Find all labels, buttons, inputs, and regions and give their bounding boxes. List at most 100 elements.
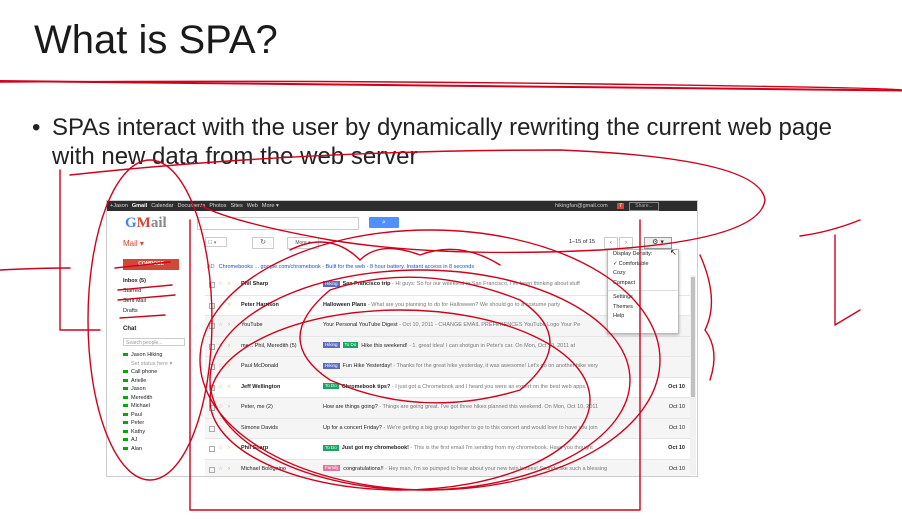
row-checkbox[interactable] (209, 323, 215, 329)
ad-row[interactable]: AD Chromebooks ... google.com/chromebook … (207, 263, 587, 272)
contact-item[interactable]: Michael (123, 402, 203, 411)
menu-item[interactable]: Settings (608, 293, 678, 303)
star-icon[interactable]: ☆ (218, 337, 223, 356)
star-icon[interactable]: ☆ (218, 357, 223, 376)
important-icon[interactable]: › (228, 275, 230, 294)
important-icon[interactable]: › (228, 337, 230, 356)
sidebar-item-folder[interactable]: Inbox (5) (123, 276, 193, 286)
row-checkbox[interactable] (209, 446, 215, 452)
prev-page-button[interactable]: ‹ (604, 237, 618, 249)
email-row[interactable]: ☆ › Jeff Wellington To Do Chromebook tips? -… (205, 377, 690, 398)
star-icon[interactable]: ☆ (218, 316, 223, 335)
email-label[interactable]: Hiking (323, 280, 340, 287)
select-all-checkbox[interactable]: ☐ ▾ (205, 237, 227, 247)
email-row[interactable]: ☆ › me .. Phil, Meredith (5) Hiking To Do Hik… (205, 336, 690, 357)
contact-item[interactable]: Jason (123, 385, 203, 394)
star-icon[interactable]: ☆ (218, 460, 223, 477)
row-checkbox[interactable] (209, 425, 215, 432)
presence-icon (123, 387, 128, 391)
contact-item[interactable]: AJ (123, 436, 203, 445)
refresh-button[interactable]: ↻ (252, 237, 274, 249)
star-icon[interactable]: ☆ (218, 419, 223, 438)
row-checkbox[interactable] (209, 302, 215, 309)
row-checkbox[interactable] (209, 384, 215, 391)
email-label[interactable]: To Do (342, 342, 359, 349)
gmail-top-bar: +Jason Gmail Calendar Documents Photos Sites W… (107, 201, 697, 211)
contact-item[interactable]: Meredith (123, 394, 203, 403)
menu-item-density[interactable]: Comfortable (608, 260, 678, 270)
contact-item[interactable]: Kathy (123, 428, 203, 437)
top-bar-link[interactable]: Calendar (151, 203, 173, 209)
important-icon[interactable]: › (228, 296, 230, 315)
email-row[interactable]: ☆ › Michael Bolognino Family congratulations… (205, 459, 690, 477)
scrollbar-thumb[interactable] (691, 277, 695, 397)
menu-item[interactable]: Themes (608, 303, 678, 313)
email-row[interactable]: ☆ › Simone Davids Up for a concert Friday? … (205, 418, 690, 439)
important-icon[interactable]: › (228, 316, 230, 335)
sidebar-item-folder[interactable]: Sent Mail (123, 296, 193, 306)
email-label[interactable]: To Do (323, 444, 339, 451)
search-input[interactable] (197, 217, 359, 230)
email-label[interactable]: Family (323, 465, 341, 472)
top-bar-link[interactable]: More ▾ (262, 203, 279, 209)
top-bar-link[interactable]: Photos (209, 203, 226, 209)
gear-icon[interactable]: ⚙ ▾ (644, 237, 672, 249)
compose-button[interactable]: COMPOSE (123, 259, 179, 270)
contact-item[interactable]: Alan (123, 445, 203, 454)
scrollbar[interactable] (690, 275, 696, 475)
important-icon[interactable]: › (228, 378, 230, 397)
top-bar-link[interactable]: +Jason (110, 203, 128, 209)
important-icon[interactable]: › (228, 439, 230, 458)
email-message: To Do Chromebook tips? - I just got a Chr… (323, 378, 647, 397)
star-icon[interactable]: ☆ (218, 378, 223, 397)
menu-item-density[interactable]: Cozy (608, 269, 678, 279)
top-bar-link[interactable]: Gmail (132, 203, 147, 209)
share-button[interactable]: Share... (629, 202, 659, 211)
row-checkbox[interactable] (209, 364, 215, 370)
contact-status[interactable]: Set status here ▾ (123, 360, 203, 369)
email-subject: Your Personal YouTube Digest (323, 322, 398, 328)
row-checkbox[interactable] (209, 466, 215, 473)
contact-item[interactable]: Call phone (123, 368, 203, 377)
mail-dropdown[interactable]: Mail ▾ (123, 239, 144, 248)
user-email[interactable]: hikingfan@gmail.com (555, 201, 608, 211)
row-checkbox[interactable] (209, 343, 215, 350)
contact-item[interactable]: Arielle (123, 377, 203, 386)
menu-item[interactable]: Help (608, 312, 678, 322)
next-page-button[interactable]: › (619, 237, 633, 249)
sidebar-item-folder[interactable]: Starred (123, 286, 193, 296)
star-icon[interactable]: ☆ (218, 296, 223, 315)
important-icon[interactable]: › (228, 357, 230, 376)
sidebar-item-folder[interactable]: Drafts (123, 306, 193, 316)
email-sender: YouTube (241, 322, 263, 328)
email-label[interactable]: Hiking (323, 342, 340, 349)
email-row[interactable]: ☆ › Peter, me (2) How are things going? - T… (205, 398, 690, 419)
star-icon[interactable]: ☆ (218, 398, 223, 417)
contact-item[interactable]: Paul (123, 411, 203, 420)
email-row[interactable]: ☆ › Phil Sharp To Do Just got my chromebook!… (205, 439, 690, 460)
email-label[interactable]: Hiking (323, 362, 340, 369)
email-date: Oct 10 (668, 465, 685, 472)
menu-item-density[interactable]: Compact (608, 279, 678, 289)
important-icon[interactable]: › (228, 398, 230, 417)
notification-badge[interactable]: 7 (617, 203, 624, 209)
top-bar-link[interactable]: Documents (178, 203, 206, 209)
search-button[interactable]: ⌕ (369, 217, 399, 228)
row-checkbox[interactable] (209, 405, 215, 411)
more-button[interactable]: More ▾ (287, 237, 319, 249)
star-icon[interactable]: ☆ (218, 275, 223, 294)
contact-item[interactable]: Peter (123, 419, 203, 428)
email-label[interactable]: To Do (323, 383, 339, 390)
row-checkbox[interactable] (209, 282, 215, 288)
message-count: 1–15 of 15 (569, 239, 595, 245)
contact-item[interactable]: Jason Hiking (123, 351, 203, 360)
email-row[interactable]: ☆ › Paul McDonald Hiking Fun Hike Yesterday!… (205, 357, 690, 378)
top-bar-link[interactable]: Web (247, 203, 258, 209)
important-icon[interactable]: › (228, 419, 230, 438)
chat-search-input[interactable]: Search people... (123, 338, 185, 346)
important-icon[interactable]: › (228, 460, 230, 477)
top-bar-link[interactable]: Sites (230, 203, 242, 209)
presence-icon (123, 395, 128, 399)
star-icon[interactable]: ☆ (218, 439, 223, 458)
presence-icon (123, 378, 128, 382)
